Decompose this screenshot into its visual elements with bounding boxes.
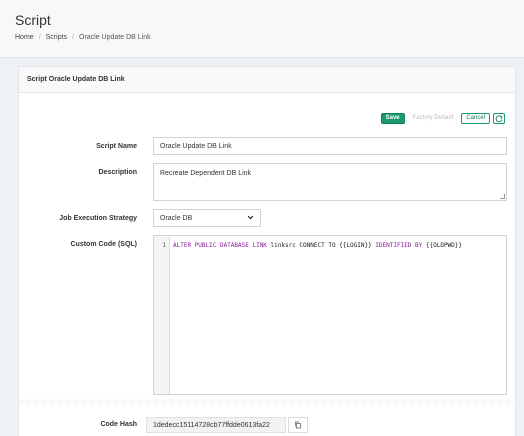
description-textarea[interactable]: Recreate Dependent DB Link	[153, 163, 507, 201]
breadcrumb-current: Oracle Update DB Link	[79, 34, 151, 41]
chevron-down-icon	[247, 215, 254, 220]
job-execution-strategy-value: Oracle DB	[160, 214, 193, 222]
script-card: Script Oracle Update DB Link Save Factor…	[18, 66, 517, 436]
description-label: Description	[98, 169, 137, 176]
refresh-icon	[495, 114, 503, 122]
factory-default-button[interactable]: Factory Default	[407, 113, 459, 124]
script-name-label: Script Name	[96, 143, 137, 150]
sql-text: {{OLDPWD}}	[422, 242, 463, 249]
refresh-button[interactable]	[493, 113, 505, 124]
sql-text: linksrc CONNECT TO {{LOGIN}}	[266, 242, 376, 249]
copy-icon	[295, 421, 301, 429]
sql-keyword: ALTER PUBLIC DATABASE LINK	[173, 242, 267, 249]
code-line[interactable]: ALTER PUBLIC DATABASE LINK linksrc CONNE…	[170, 236, 462, 394]
line-number: 1	[154, 236, 170, 394]
job-execution-strategy-select[interactable]: Oracle DB	[153, 209, 261, 227]
page-title: Script	[15, 12, 51, 28]
custom-code-label: Custom Code (SQL)	[70, 241, 138, 248]
card-title: Script Oracle Update DB Link	[19, 67, 515, 93]
breadcrumb-scripts[interactable]: Scripts	[46, 34, 67, 41]
cancel-button[interactable]: Cancel	[461, 113, 490, 124]
description-value: Recreate Dependent DB Link	[160, 170, 252, 177]
copy-hash-button[interactable]	[288, 417, 308, 433]
breadcrumb-separator: /	[72, 34, 74, 41]
code-hash-value: 1dedecc15114728cb77ffdde0613fa22	[146, 417, 286, 433]
script-name-input[interactable]: Oracle Update DB Link	[153, 137, 507, 155]
breadcrumb-separator: /	[38, 34, 41, 41]
save-button[interactable]: Save	[380, 113, 405, 124]
code-hash-label: Code Hash	[100, 421, 137, 428]
resize-grip-icon[interactable]	[500, 194, 505, 199]
divider	[19, 399, 517, 405]
sql-keyword: IDENTIFIED BY	[375, 242, 423, 249]
breadcrumb: Home / Scripts / Oracle Update DB Link	[15, 34, 151, 41]
page-header: Script Home / Scripts / Oracle Update DB…	[0, 0, 524, 58]
code-editor[interactable]: 1 ALTER PUBLIC DATABASE LINK linksrc CON…	[153, 235, 507, 395]
form-toolbar: Save Factory Default Cancel	[380, 113, 505, 124]
job-execution-strategy-label: Job Execution Strategy	[59, 215, 137, 222]
breadcrumb-home[interactable]: Home	[15, 34, 34, 41]
